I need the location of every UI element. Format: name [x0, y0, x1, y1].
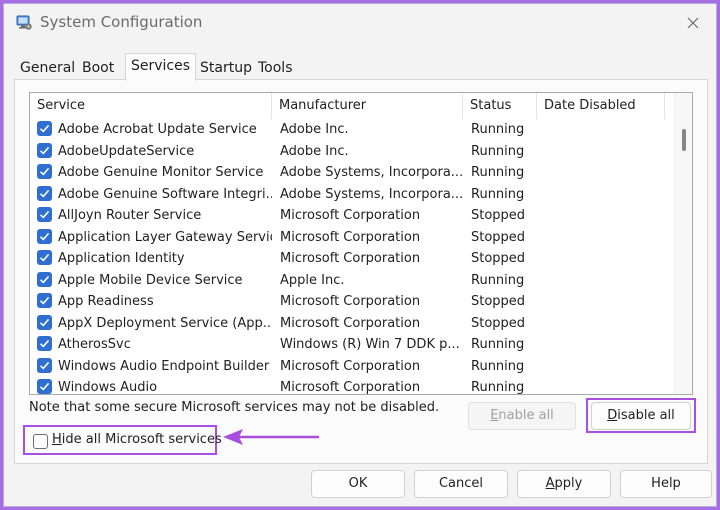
scrollbar-thumb[interactable]	[682, 129, 686, 151]
hide-microsoft-services-label[interactable]: Hide all Microsoft services	[52, 432, 222, 447]
table-row[interactable]: AtherosSvc Windows (R) Win 7 DDK p... Runn…	[30, 334, 675, 356]
tab-tools[interactable]: Tools	[253, 56, 298, 80]
dialog-footer: OK Cancel Apply Help	[4, 464, 716, 506]
tab-boot[interactable]: Boot	[77, 56, 119, 80]
title-bar: System Configuration	[4, 4, 716, 42]
table-row[interactable]: AdobeUpdateService Adobe Inc. Running	[30, 141, 675, 163]
status-cell: Stopped	[471, 294, 526, 309]
disable-all-button[interactable]: Disable all	[591, 402, 691, 430]
enable-all-button[interactable]: Enable all	[468, 402, 576, 430]
close-icon[interactable]	[676, 8, 710, 38]
service-name-cell: Windows Audio	[58, 380, 158, 395]
manufacturer-cell: Adobe Inc.	[280, 143, 349, 159]
manufacturer-cell: Adobe Inc.	[280, 122, 349, 137]
service-checkbox[interactable]	[37, 228, 52, 244]
hide-ms-services-highlight: Hide all Microsoft services	[23, 425, 222, 455]
vertical-scrollbar[interactable]	[674, 93, 692, 394]
manufacturer-cell: Microsoft Corporation	[280, 208, 421, 223]
help-button[interactable]: Help	[620, 470, 712, 498]
service-name-cell: Adobe Genuine Software Integri...	[58, 186, 272, 202]
service-name-cell: App Readiness	[58, 294, 154, 309]
status-cell: Stopped	[471, 251, 526, 266]
manufacturer-cell: Microsoft Corporation	[280, 229, 421, 245]
service-checkbox[interactable]	[37, 293, 52, 308]
services-tab-panel: Service Manufacturer Status Date Disable…	[14, 79, 708, 464]
service-checkbox[interactable]	[37, 185, 52, 201]
column-header-date-disabled[interactable]: Date Disabled	[537, 93, 665, 119]
list-header: Service Manufacturer Status Date Disable…	[30, 93, 675, 119]
table-row[interactable]: Application Identity Microsoft Corporatio…	[30, 248, 675, 270]
status-cell: Running	[471, 272, 525, 288]
window-title: System Configuration	[40, 13, 203, 31]
tab-startup[interactable]: Startup	[195, 56, 257, 80]
tab-general[interactable]: General	[15, 56, 80, 80]
service-checkbox[interactable]	[37, 121, 52, 136]
status-cell: Stopped	[471, 315, 526, 331]
secure-services-note: Note that some secure Microsoft services…	[29, 400, 440, 415]
service-name-cell: Adobe Acrobat Update Service	[58, 122, 257, 137]
manufacturer-cell: Adobe Systems, Incorpora...	[280, 165, 462, 180]
table-row[interactable]: AllJoyn Router Service Microsoft Corporat…	[30, 205, 675, 227]
table-row[interactable]: App Readiness Microsoft Corporation Stoppe…	[30, 291, 675, 313]
manufacturer-cell: Microsoft Corporation	[280, 251, 421, 266]
service-name-cell: AllJoyn Router Service	[58, 208, 202, 223]
status-cell: Running	[471, 165, 525, 180]
manufacturer-cell: Adobe Systems, Incorpora...	[280, 186, 462, 202]
status-cell: Running	[471, 143, 525, 159]
list-rows: Adobe Acrobat Update Service Adobe Inc. Ru…	[30, 119, 675, 395]
status-cell: Running	[471, 186, 525, 202]
table-row[interactable]: Adobe Genuine Software Integri... Adobe S…	[30, 184, 675, 206]
status-cell: Stopped	[471, 208, 526, 223]
service-name-cell: AdobeUpdateService	[58, 143, 195, 159]
column-header-status[interactable]: Status	[463, 93, 537, 119]
status-cell: Stopped	[471, 229, 526, 245]
manufacturer-cell: Apple Inc.	[280, 272, 345, 288]
service-name-cell: Windows Audio Endpoint Builder	[58, 358, 270, 374]
status-cell: Running	[471, 337, 525, 352]
hide-microsoft-services-checkbox[interactable]	[33, 434, 48, 449]
table-row[interactable]: Apple Mobile Device Service Apple Inc. Run…	[30, 270, 675, 292]
status-cell: Running	[471, 380, 525, 395]
service-checkbox[interactable]	[37, 271, 52, 287]
service-checkbox[interactable]	[37, 357, 52, 373]
column-header-manufacturer[interactable]: Manufacturer	[272, 93, 463, 119]
service-name-cell: AppX Deployment Service (App...	[58, 315, 272, 331]
service-checkbox[interactable]	[37, 164, 52, 179]
msconfig-computer-icon	[15, 14, 33, 32]
manufacturer-cell: Microsoft Corporation	[280, 315, 421, 331]
service-checkbox[interactable]	[37, 207, 52, 222]
cancel-button[interactable]: Cancel	[414, 470, 508, 498]
table-row[interactable]: Application Layer Gateway Service Microso…	[30, 227, 675, 249]
table-row[interactable]: Windows Audio Endpoint Builder Microsoft …	[30, 356, 675, 378]
service-name-cell: Application Layer Gateway Service	[58, 229, 272, 245]
services-list[interactable]: Service Manufacturer Status Date Disable…	[29, 92, 693, 395]
service-name-cell: Apple Mobile Device Service	[58, 272, 243, 288]
service-checkbox[interactable]	[37, 336, 52, 351]
status-cell: Running	[471, 358, 525, 374]
tab-strip: General Boot Services Startup Tools	[15, 53, 716, 81]
table-row[interactable]: AppX Deployment Service (App... Microsoft…	[30, 313, 675, 335]
manufacturer-cell: Microsoft Corporation	[280, 294, 421, 309]
service-checkbox[interactable]	[37, 250, 52, 265]
service-name-cell: Application Identity	[58, 251, 185, 266]
manufacturer-cell: Microsoft Corporation	[280, 358, 421, 374]
manufacturer-cell: Windows (R) Win 7 DDK p...	[280, 337, 460, 352]
column-header-service[interactable]: Service	[30, 93, 272, 119]
table-row[interactable]: Windows Audio Microsoft Corporation Runnin…	[30, 377, 675, 395]
table-row[interactable]: Adobe Acrobat Update Service Adobe Inc. Ru…	[30, 119, 675, 141]
system-configuration-window: System Configuration General Boot Servic…	[3, 3, 717, 507]
tab-services[interactable]: Services	[125, 53, 197, 81]
status-cell: Running	[471, 122, 525, 137]
service-name-cell: Adobe Genuine Monitor Service	[58, 165, 264, 180]
service-checkbox[interactable]	[37, 379, 52, 394]
ok-button[interactable]: OK	[311, 470, 405, 498]
service-checkbox[interactable]	[37, 142, 52, 158]
left-arrow-icon	[221, 427, 321, 451]
table-row[interactable]: Adobe Genuine Monitor Service Adobe Syste…	[30, 162, 675, 184]
manufacturer-cell: Microsoft Corporation	[280, 380, 421, 395]
service-name-cell: AtherosSvc	[58, 337, 131, 352]
apply-button[interactable]: Apply	[517, 470, 611, 498]
service-checkbox[interactable]	[37, 314, 52, 330]
